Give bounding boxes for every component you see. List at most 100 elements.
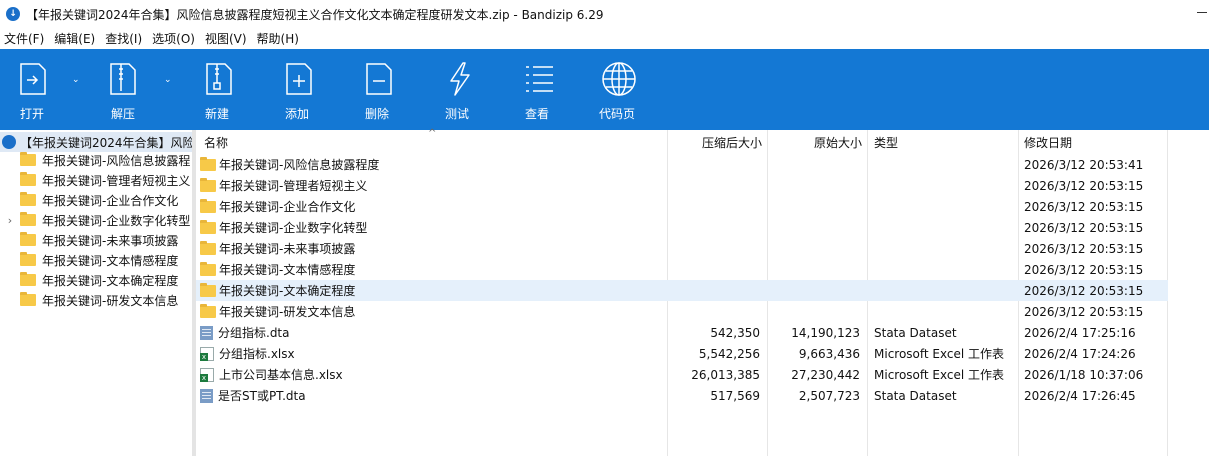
folder-icon	[200, 282, 216, 297]
lightning-icon	[450, 62, 470, 96]
tree-root-archive[interactable]: 【年报关键词2024年合集】风险	[0, 132, 192, 152]
tree-item[interactable]: › 年报关键词-企业数字化转型	[0, 210, 192, 230]
excel-file-icon	[200, 367, 214, 382]
file-row[interactable]: 年报关键词-文本确定程度 2026/3/12 20:53:15	[196, 280, 1168, 301]
original-size-cell	[768, 280, 860, 301]
column-header-type[interactable]: 类型	[874, 130, 1014, 154]
folder-icon	[200, 303, 216, 318]
column-header-modified[interactable]: 修改日期	[1024, 130, 1164, 154]
column-header-compressed-label: 压缩后大小	[701, 135, 762, 150]
file-name: 年报关键词-管理者短视主义	[219, 179, 368, 193]
file-name: 年报关键词-未来事项披露	[219, 242, 356, 256]
tree-item[interactable]: 年报关键词-风险信息披露程	[0, 150, 192, 170]
delete-file-icon	[366, 63, 392, 95]
open-dropdown-chevron-icon[interactable]: ⌄	[72, 75, 80, 85]
file-row[interactable]: 分组指标.dta 542,350 14,190,123 Stata Dataset 20…	[196, 322, 1168, 343]
tree-item[interactable]: 年报关键词-管理者短视主义	[0, 170, 192, 190]
compressed-size-cell	[668, 301, 760, 322]
new-archive-button[interactable]: 新建	[200, 49, 238, 130]
file-row[interactable]: 是否ST或PT.dta 517,569 2,507,723 Stata Dataset…	[196, 385, 1168, 406]
file-row[interactable]: 年报关键词-研发文本信息 2026/3/12 20:53:15	[196, 301, 1168, 322]
menu-edit[interactable]: 编辑(E)	[50, 30, 99, 47]
file-name: 分组指标.dta	[218, 326, 290, 340]
folder-icon	[200, 198, 216, 213]
column-header-name-label: 名称	[204, 135, 229, 150]
tree-item-label: 年报关键词-未来事项披露	[42, 233, 179, 248]
compressed-size-cell: 517,569	[710, 388, 760, 403]
title-bar: ↓ 【年报关键词2024年合集】风险信息披露程度短视主义合作文化文本确定程度研发…	[0, 0, 1209, 28]
expand-chevron-icon[interactable]: ›	[0, 214, 20, 227]
tree-item-label: 年报关键词-企业合作文化	[42, 193, 179, 208]
view-button[interactable]: 查看	[520, 49, 558, 130]
type-cell: Microsoft Excel 工作表	[874, 347, 1005, 361]
tree-item-label: 年报关键词-管理者短视主义	[42, 173, 191, 188]
modified-date-cell: 2026/3/12 20:53:41	[1024, 157, 1144, 172]
folder-icon	[200, 219, 216, 234]
test-button[interactable]: 测试	[440, 49, 478, 130]
modified-date-cell: 2026/3/12 20:53:15	[1024, 241, 1144, 256]
tree-item[interactable]: 年报关键词-研发文本信息	[0, 290, 192, 310]
file-row[interactable]: 年报关键词-企业合作文化 2026/3/12 20:53:15	[196, 196, 1168, 217]
column-header-original-size[interactable]: 原始大小	[768, 130, 862, 154]
tree-item[interactable]: 年报关键词-文本情感程度	[0, 250, 192, 270]
file-name-cell: 年报关键词-企业数字化转型	[200, 217, 664, 238]
file-name-cell: 年报关键词-研发文本信息	[200, 301, 664, 322]
tree-item-label: 年报关键词-文本情感程度	[42, 253, 179, 268]
menu-view[interactable]: 视图(V)	[201, 30, 251, 47]
file-name: 年报关键词-企业数字化转型	[219, 221, 368, 235]
open-button[interactable]: 打开	[14, 49, 52, 130]
add-button[interactable]: 添加	[280, 49, 318, 130]
codepage-button[interactable]: 代码页	[598, 49, 640, 130]
sort-ascending-icon: ^	[428, 128, 437, 139]
menu-file[interactable]: 文件(F)	[0, 30, 48, 47]
modified-date-cell: 2026/1/18 10:37:06	[1024, 367, 1144, 382]
compressed-size-cell	[668, 154, 760, 175]
tree-item[interactable]: 年报关键词-企业合作文化	[0, 190, 192, 210]
folder-icon	[20, 232, 36, 246]
menu-help[interactable]: 帮助(H)	[253, 30, 303, 47]
original-size-cell	[768, 175, 860, 196]
dta-file-icon	[200, 325, 213, 340]
file-row[interactable]: 年报关键词-管理者短视主义 2026/3/12 20:53:15	[196, 175, 1168, 196]
modified-date-cell: 2026/2/4 17:24:26	[1024, 346, 1136, 361]
file-name: 年报关键词-文本确定程度	[219, 284, 356, 298]
extract-button[interactable]: 解压	[104, 49, 142, 130]
view-label: 查看	[525, 107, 550, 121]
menu-options[interactable]: 选项(O)	[148, 30, 199, 47]
file-name: 是否ST或PT.dta	[218, 389, 306, 403]
type-cell	[874, 280, 1016, 301]
tree-item-label: 年报关键词-企业数字化转型	[42, 213, 191, 228]
tree-root-label: 【年报关键词2024年合集】风险	[20, 135, 192, 150]
original-size-cell: 9,663,436	[798, 346, 860, 361]
type-cell	[874, 301, 1016, 322]
compressed-size-cell: 542,350	[710, 325, 760, 340]
menu-find[interactable]: 查找(I)	[101, 30, 146, 47]
file-row[interactable]: 分组指标.xlsx 5,542,256 9,663,436 Microsoft Exc…	[196, 343, 1168, 364]
dta-file-icon	[200, 388, 213, 403]
delete-button[interactable]: 删除	[360, 49, 398, 130]
compressed-size-cell	[668, 217, 760, 238]
modified-date-cell: 2026/3/12 20:53:15	[1024, 199, 1144, 214]
file-row[interactable]: 年报关键词-风险信息披露程度 2026/3/12 20:53:41	[196, 154, 1168, 175]
type-cell	[874, 196, 1016, 217]
extract-dropdown-chevron-icon[interactable]: ⌄	[164, 75, 172, 85]
list-icon	[526, 66, 553, 92]
file-name-cell: 年报关键词-管理者短视主义	[200, 175, 664, 196]
folder-icon	[20, 292, 36, 306]
file-name-cell: 分组指标.xlsx	[200, 343, 664, 364]
type-cell: Stata Dataset	[874, 388, 957, 403]
file-row[interactable]: 年报关键词-文本情感程度 2026/3/12 20:53:15	[196, 259, 1168, 280]
file-row[interactable]: 年报关键词-企业数字化转型 2026/3/12 20:53:15	[196, 217, 1168, 238]
file-row[interactable]: 上市公司基本信息.xlsx 26,013,385 27,230,442 Microso…	[196, 364, 1168, 385]
folder-icon	[200, 156, 216, 171]
tree-item[interactable]: 年报关键词-未来事项披露	[0, 230, 192, 250]
column-header-compressed-size[interactable]: 压缩后大小	[668, 130, 762, 154]
file-row[interactable]: 年报关键词-未来事项披露 2026/3/12 20:53:15	[196, 238, 1168, 259]
compressed-size-cell	[668, 175, 760, 196]
minimize-icon[interactable]	[1197, 12, 1207, 13]
globe-icon	[602, 62, 636, 96]
file-name-cell: 上市公司基本信息.xlsx	[200, 364, 664, 385]
tree-item[interactable]: 年报关键词-文本确定程度	[0, 270, 192, 290]
file-name-cell: 年报关键词-风险信息披露程度	[200, 154, 664, 175]
file-name: 分组指标.xlsx	[219, 347, 295, 361]
